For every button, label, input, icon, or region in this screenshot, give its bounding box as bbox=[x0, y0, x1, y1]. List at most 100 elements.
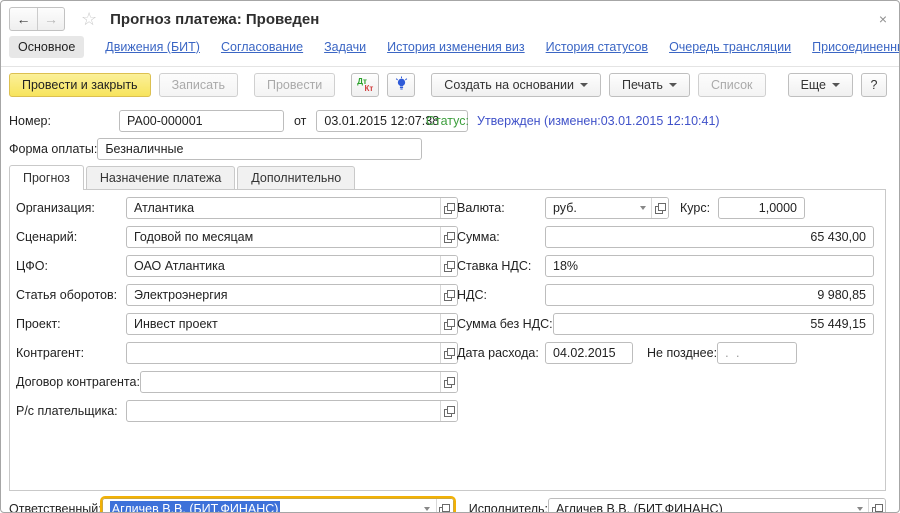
open-icon[interactable] bbox=[440, 227, 457, 247]
payer-account-label: Р/с плательщика: bbox=[16, 404, 126, 418]
forecast-tab-panel: Организация: Атлантика Сценарий: Годовой… bbox=[9, 189, 886, 491]
open-icon[interactable] bbox=[440, 401, 457, 421]
payment-form-field[interactable]: Безналичные bbox=[97, 138, 422, 160]
status-value: Утвержден (изменен:03.01.2015 12:10:41) bbox=[477, 114, 720, 128]
date-label: от bbox=[294, 114, 306, 128]
amount-field[interactable]: 65 430,00 bbox=[545, 226, 874, 248]
currency-label: Валюта: bbox=[457, 201, 545, 215]
menu-item-approval[interactable]: Согласование bbox=[221, 40, 303, 54]
responsible-value: Агличев В.В. (БИТ.ФИНАНС) bbox=[103, 499, 419, 513]
number-field[interactable]: РА00-000001 bbox=[119, 110, 284, 132]
footer: Ответственный: Агличев В.В. (БИТ.ФИНАНС)… bbox=[1, 491, 899, 513]
more-label: Еще bbox=[801, 78, 826, 92]
menubar: Основное Движения (БИТ) Согласование Зад… bbox=[1, 33, 899, 67]
counterparty-label: Контрагент: bbox=[16, 346, 126, 360]
cfo-value: ОАО Атлантика bbox=[127, 256, 440, 276]
list-button[interactable]: Список bbox=[698, 73, 766, 97]
right-column: Валюта: руб. Курс: 1,0000 Сумма: 65 430,… bbox=[457, 197, 874, 371]
contract-value bbox=[141, 372, 440, 392]
menu-item-attached-files[interactable]: Присоединенные файлы bbox=[812, 40, 900, 54]
menu-item-main[interactable]: Основное bbox=[9, 36, 84, 58]
help-button[interactable]: ? bbox=[861, 73, 887, 97]
field-row-counterparty: Контрагент: bbox=[16, 342, 458, 364]
not-later-label: Не позднее: bbox=[647, 346, 717, 360]
responsible-field[interactable]: Агличев В.В. (БИТ.ФИНАНС) bbox=[102, 498, 454, 513]
tab-payment-purpose[interactable]: Назначение платежа bbox=[86, 166, 235, 189]
open-icon[interactable] bbox=[440, 198, 457, 218]
amount-no-vat-field[interactable]: 55 449,15 bbox=[553, 313, 874, 335]
field-row-amount: Сумма: 65 430,00 bbox=[457, 226, 874, 248]
field-row-project: Проект: Инвест проект bbox=[16, 313, 458, 335]
scenario-label: Сценарий: bbox=[16, 230, 126, 244]
contract-field[interactable] bbox=[140, 371, 458, 393]
post-and-close-button[interactable]: Провести и закрыть bbox=[9, 73, 151, 97]
close-icon[interactable]: × bbox=[879, 12, 887, 26]
cfo-field[interactable]: ОАО Атлантика bbox=[126, 255, 458, 277]
organization-label: Организация: bbox=[16, 201, 126, 215]
vat-rate-field[interactable]: 18% bbox=[545, 255, 874, 277]
dropdown-caret-icon[interactable] bbox=[851, 499, 868, 513]
currency-field[interactable]: руб. bbox=[545, 197, 669, 219]
vat-field[interactable]: 9 980,85 bbox=[545, 284, 874, 306]
field-row-turnover-item: Статья оборотов: Электроэнергия bbox=[16, 284, 458, 306]
history-nav-group: ← → bbox=[9, 7, 65, 31]
field-row-contract: Договор контрагента: bbox=[16, 371, 458, 393]
lamp-icon bbox=[394, 76, 409, 94]
dropdown-caret-icon[interactable] bbox=[419, 499, 436, 513]
not-later-field[interactable]: . . bbox=[717, 342, 797, 364]
menu-item-status-history[interactable]: История статусов bbox=[546, 40, 648, 54]
rate-field[interactable]: 1,0000 bbox=[718, 197, 805, 219]
post-button[interactable]: Провести bbox=[254, 73, 335, 97]
tab-additional[interactable]: Дополнительно bbox=[237, 166, 355, 189]
menu-item-broadcast-queue[interactable]: Очередь трансляции bbox=[669, 40, 791, 54]
open-icon[interactable] bbox=[440, 285, 457, 305]
menu-item-tasks[interactable]: Задачи bbox=[324, 40, 366, 54]
dropdown-caret-icon[interactable] bbox=[634, 198, 651, 218]
open-icon[interactable] bbox=[868, 499, 885, 513]
executor-label: Исполнитель: bbox=[469, 502, 548, 513]
open-icon[interactable] bbox=[440, 343, 457, 363]
field-row-currency: Валюта: руб. Курс: 1,0000 bbox=[457, 197, 874, 219]
vat-label: НДС: bbox=[457, 288, 545, 302]
page-title: Прогноз платежа: Проведен bbox=[110, 11, 319, 28]
open-icon[interactable] bbox=[440, 314, 457, 334]
number-label: Номер: bbox=[9, 114, 119, 128]
create-based-on-button[interactable]: Создать на основании bbox=[431, 73, 601, 97]
hint-lamp-button[interactable] bbox=[387, 73, 415, 97]
field-row-payer-account: Р/с плательщика: bbox=[16, 400, 458, 422]
payer-account-field[interactable] bbox=[126, 400, 458, 422]
payment-form-label: Форма оплаты: bbox=[9, 142, 97, 156]
open-icon[interactable] bbox=[440, 372, 457, 392]
organization-field[interactable]: Атлантика bbox=[126, 197, 458, 219]
debit-credit-icon: ДтКт bbox=[357, 78, 373, 92]
open-icon[interactable] bbox=[651, 198, 668, 218]
chevron-down-icon bbox=[832, 83, 840, 87]
debit-credit-button[interactable]: ДтКт bbox=[351, 73, 379, 97]
menu-item-movements[interactable]: Движения (БИТ) bbox=[105, 40, 200, 54]
counterparty-field[interactable] bbox=[126, 342, 458, 364]
menu-item-visa-history[interactable]: История изменения виз bbox=[387, 40, 525, 54]
forward-button[interactable]: → bbox=[37, 8, 64, 30]
print-button[interactable]: Печать bbox=[609, 73, 690, 97]
tab-forecast[interactable]: Прогноз bbox=[9, 165, 84, 190]
expense-date-field[interactable]: 04.02.2015 bbox=[545, 342, 633, 364]
executor-field[interactable]: Агличев В.В. (БИТ.ФИНАНС) bbox=[548, 498, 886, 513]
currency-value: руб. bbox=[546, 198, 634, 218]
open-icon[interactable] bbox=[436, 499, 453, 513]
turnover-item-field[interactable]: Электроэнергия bbox=[126, 284, 458, 306]
more-button[interactable]: Еще bbox=[788, 73, 853, 97]
project-label: Проект: bbox=[16, 317, 126, 331]
project-field[interactable]: Инвест проект bbox=[126, 313, 458, 335]
open-icon[interactable] bbox=[440, 256, 457, 276]
print-label: Печать bbox=[622, 78, 663, 92]
responsible-label: Ответственный: bbox=[9, 502, 102, 513]
payment-form-row: Форма оплаты: Безналичные bbox=[1, 138, 899, 160]
back-button[interactable]: ← bbox=[10, 8, 37, 30]
scenario-field[interactable]: Годовой по месяцам bbox=[126, 226, 458, 248]
save-button[interactable]: Записать bbox=[159, 73, 238, 97]
field-row-organization: Организация: Атлантика bbox=[16, 197, 458, 219]
status-block: Статус: Утвержден (изменен:03.01.2015 12… bbox=[426, 110, 720, 132]
field-row-cfo: ЦФО: ОАО Атлантика bbox=[16, 255, 458, 277]
favorite-star-icon[interactable]: ☆ bbox=[81, 9, 97, 30]
turnover-item-label: Статья оборотов: bbox=[16, 288, 126, 302]
